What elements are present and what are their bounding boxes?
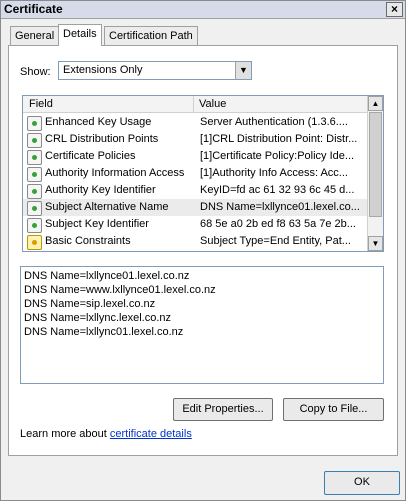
field-value: Subject Type=End Entity, Pat... — [200, 235, 351, 247]
field-name: Authority Information Access — [45, 167, 185, 179]
certificate-extension-icon — [27, 167, 42, 182]
edit-properties-button[interactable]: Edit Properties... — [173, 398, 273, 421]
value-details-box[interactable]: DNS Name=lxllynce01.lexel.co.nz DNS Name… — [20, 266, 384, 384]
chevron-down-icon[interactable]: ▼ — [235, 62, 251, 79]
learn-more-row: Learn more about certificate details — [20, 428, 192, 440]
show-dropdown-value: Extensions Only — [63, 64, 143, 76]
certificate-extension-icon — [27, 150, 42, 165]
scroll-up-icon[interactable]: ▲ — [368, 96, 383, 111]
field-name: Certificate Policies — [45, 150, 136, 162]
title-bar: Certificate × — [1, 1, 405, 19]
field-value: [1]CRL Distribution Point: Distr... — [200, 133, 358, 145]
list-item[interactable]: Basic Constraints Subject Type=End Entit… — [23, 233, 367, 250]
certificate-extension-icon — [27, 184, 42, 199]
certificate-extension-icon — [27, 218, 42, 233]
tab-certification-path[interactable]: Certification Path — [104, 26, 198, 45]
scroll-down-icon[interactable]: ▼ — [368, 236, 383, 251]
field-value: [1]Authority Info Access: Acc... — [200, 167, 348, 179]
field-value: [1]Certificate Policy:Policy Ide... — [200, 150, 355, 162]
scroll-thumb[interactable] — [369, 112, 382, 217]
certificate-details-link[interactable]: certificate details — [110, 428, 192, 440]
field-name: Authority Key Identifier — [45, 184, 156, 196]
warning-extension-icon — [27, 235, 42, 250]
list-header: Field Value — [23, 96, 367, 113]
certificate-extension-icon — [27, 133, 42, 148]
show-dropdown[interactable]: Extensions Only ▼ — [58, 61, 252, 80]
list-item[interactable]: Authority Key Identifier KeyID=fd ac 61 … — [23, 182, 367, 199]
field-name: CRL Distribution Points — [45, 133, 159, 145]
field-column-header[interactable]: Field — [29, 98, 53, 110]
field-name: Basic Constraints — [45, 235, 131, 247]
detail-line: DNS Name=lxllynce01.lexel.co.nz — [24, 270, 190, 282]
learn-more-text: Learn more about — [20, 428, 110, 440]
list-item[interactable]: Subject Key Identifier 68 5e a0 2b ed f8… — [23, 216, 367, 233]
list-item[interactable]: Enhanced Key Usage Server Authentication… — [23, 114, 367, 131]
close-button[interactable]: × — [386, 2, 403, 17]
field-list[interactable]: Field Value Enhanced Key Usage Server Au… — [22, 95, 384, 252]
copy-to-file-button[interactable]: Copy to File... — [283, 398, 384, 421]
detail-line: DNS Name=lxllync01.lexel.co.nz — [24, 326, 184, 338]
field-name: Enhanced Key Usage — [45, 116, 152, 128]
tab-details[interactable]: Details — [58, 24, 102, 46]
show-label: Show: — [20, 66, 51, 78]
field-name: Subject Alternative Name — [45, 201, 169, 213]
detail-line: DNS Name=lxllync.lexel.co.nz — [24, 312, 172, 324]
window-title: Certificate — [4, 2, 63, 16]
certificate-extension-icon — [27, 116, 42, 131]
ok-button[interactable]: OK — [324, 471, 400, 495]
list-item[interactable]: CRL Distribution Points [1]CRL Distribut… — [23, 131, 367, 148]
header-divider[interactable] — [193, 96, 194, 112]
tab-general[interactable]: General — [10, 26, 60, 45]
field-value: 68 5e a0 2b ed f8 63 5a 7e 2b... — [200, 218, 356, 230]
detail-line: DNS Name=www.lxllynce01.lexel.co.nz — [24, 284, 216, 296]
field-value: KeyID=fd ac 61 32 93 6c 45 d... — [200, 184, 355, 196]
field-value: Server Authentication (1.3.6.... — [200, 116, 348, 128]
value-column-header[interactable]: Value — [199, 98, 226, 110]
list-item[interactable]: Authority Information Access [1]Authorit… — [23, 165, 367, 182]
field-name: Subject Key Identifier — [45, 218, 149, 230]
list-item[interactable]: Certificate Policies [1]Certificate Poli… — [23, 148, 367, 165]
list-scrollbar[interactable]: ▲ ▼ — [367, 96, 383, 251]
detail-line: DNS Name=sip.lexel.co.nz — [24, 298, 156, 310]
field-value: DNS Name=lxllynce01.lexel.co... — [200, 201, 360, 213]
certificate-extension-icon — [27, 201, 42, 216]
list-item-selected[interactable]: Subject Alternative Name DNS Name=lxllyn… — [23, 199, 367, 216]
